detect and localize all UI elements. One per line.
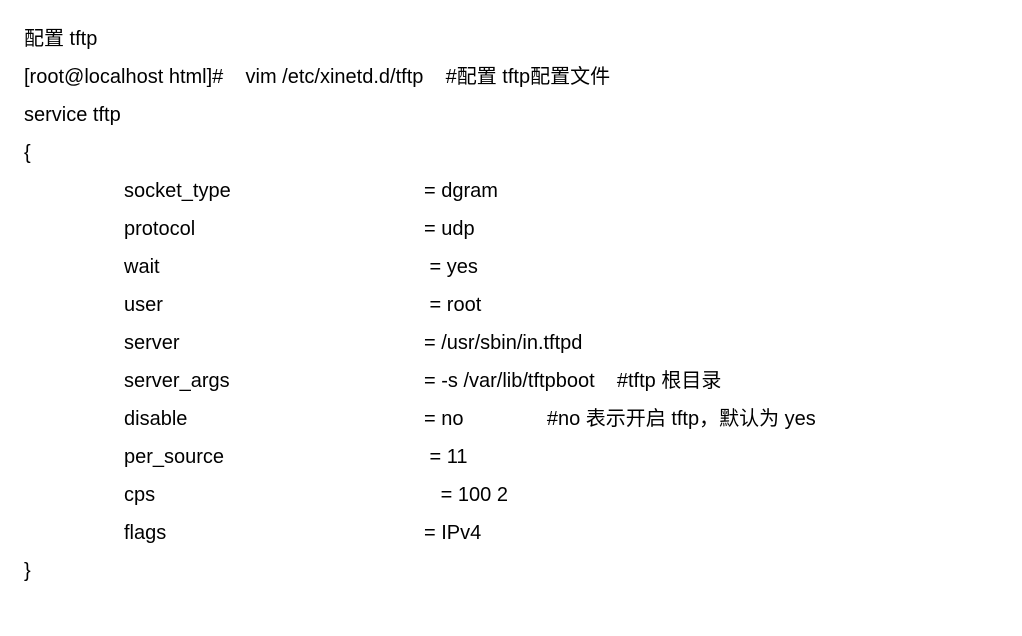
config-row: user = root [124,286,998,324]
config-row: wait = yes [124,248,998,286]
config-row: per_source = 11 [124,438,998,476]
config-row: flags= IPv4 [124,514,998,552]
config-key: server_args [124,362,424,400]
config-row: protocol= udp [124,210,998,248]
config-key: server [124,324,424,362]
config-row: server_args= -s /var/lib/tftpboot #tftp … [124,362,998,400]
open-brace: { [24,134,998,172]
shell-prompt: [root@localhost html]# [24,66,223,88]
config-row: server= /usr/sbin/in.tftpd [124,324,998,362]
config-comment: #no 表示开启 tftp，默认为 yes [463,400,815,438]
config-block: socket_type= dgram protocol= udp wait = … [24,172,998,552]
config-row: cps = 100 2 [124,476,998,514]
config-key: wait [124,248,424,286]
config-val: = dgram [424,172,498,210]
config-val: = 11 [424,438,468,476]
config-val: = udp [424,210,475,248]
config-val: = IPv4 [424,514,481,552]
service-line: service tftp [24,96,998,134]
command-comment: #配置 tftp配置文件 [446,66,610,88]
command-line: [root@localhost html]# vim /etc/xinetd.d… [24,58,998,96]
config-comment: #tftp 根目录 [595,362,722,400]
command-text: vim /etc/xinetd.d/tftp [246,66,424,88]
title-line: 配置 tftp [24,20,998,58]
config-key: protocol [124,210,424,248]
config-val: = 100 2 [424,476,508,514]
config-val: = root [424,286,481,324]
config-key: disable [124,400,424,438]
config-key: flags [124,514,424,552]
config-row: disable= no #no 表示开启 tftp，默认为 yes [124,400,998,438]
config-val: = -s /var/lib/tftpboot [424,362,595,400]
close-brace: } [24,552,998,590]
config-val: = no [424,400,463,438]
config-key: per_source [124,438,424,476]
config-row: socket_type= dgram [124,172,998,210]
config-key: user [124,286,424,324]
config-key: socket_type [124,172,424,210]
config-val: = /usr/sbin/in.tftpd [424,324,582,362]
config-key: cps [124,476,424,514]
config-val: = yes [424,248,478,286]
